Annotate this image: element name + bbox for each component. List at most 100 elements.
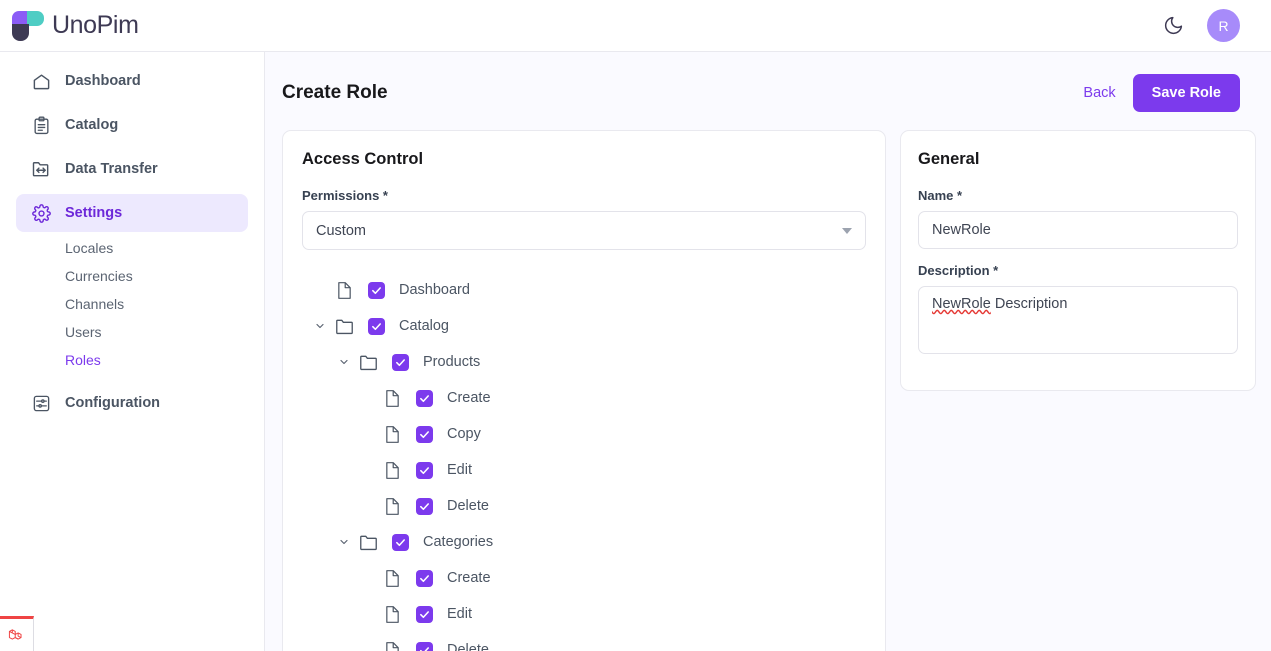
permission-checkbox[interactable] — [416, 426, 433, 443]
sidebar-item-label: Settings — [65, 205, 122, 221]
permission-label: Delete — [447, 498, 489, 514]
permission-tree: Dashboard Catalog Products Create Copy Edit De… — [302, 272, 866, 651]
body-row: Dashboard Catalog — [0, 52, 1271, 651]
sidebar-item-channels[interactable]: Channels — [16, 290, 248, 318]
app-root: UnoPim R Dashboard — [0, 0, 1271, 651]
permission-tree-row[interactable]: Edit — [302, 596, 866, 632]
file-icon — [382, 460, 403, 481]
file-icon — [382, 424, 403, 445]
chevron-down-icon[interactable] — [336, 534, 352, 550]
permission-label: Create — [447, 570, 491, 586]
folder-icon — [334, 316, 355, 337]
name-field-block: Name * — [918, 188, 1238, 249]
chevron-down-icon[interactable] — [336, 354, 352, 370]
sidebar-item-currencies[interactable]: Currencies — [16, 262, 248, 290]
sidebar-item-label: Dashboard — [65, 73, 141, 89]
description-label: Description * — [918, 263, 1238, 278]
back-button[interactable]: Back — [1083, 85, 1115, 101]
page-header: Create Role Back Save Role — [265, 52, 1271, 130]
page-title: Create Role — [282, 82, 388, 104]
permission-tree-row[interactable]: Delete — [302, 488, 866, 524]
panels-row: Access Control Permissions * Custom Dash… — [265, 130, 1271, 651]
permissions-selected-value: Custom — [316, 223, 366, 239]
file-icon — [382, 640, 403, 651]
description-textarea[interactable]: NewRole Description — [918, 286, 1238, 354]
permission-tree-row[interactable]: Dashboard — [302, 272, 866, 308]
description-field-block: Description * NewRole Description — [918, 263, 1238, 354]
gear-icon — [31, 203, 51, 223]
save-role-button[interactable]: Save Role — [1133, 74, 1240, 112]
permission-tree-row[interactable]: Categories — [302, 524, 866, 560]
permission-checkbox[interactable] — [368, 318, 385, 335]
sidebar-item-users[interactable]: Users — [16, 318, 248, 346]
data-transfer-icon — [31, 159, 51, 179]
sidebar-item-configuration[interactable]: Configuration — [16, 384, 248, 422]
brand-name: UnoPim — [52, 11, 139, 40]
file-icon — [382, 568, 403, 589]
sidebar-submenu-settings: Locales Currencies Channels Users Roles — [0, 232, 264, 384]
permission-checkbox[interactable] — [392, 534, 409, 551]
permission-checkbox[interactable] — [368, 282, 385, 299]
permission-checkbox[interactable] — [392, 354, 409, 371]
permission-tree-row[interactable]: Catalog — [302, 308, 866, 344]
folder-icon — [358, 352, 379, 373]
file-icon — [382, 388, 403, 409]
laravel-debugbar-icon[interactable] — [0, 616, 34, 651]
permissions-select[interactable]: Custom — [302, 211, 866, 250]
sidebar-item-label: Data Transfer — [65, 161, 158, 177]
clipboard-icon — [31, 115, 51, 135]
sidebar-item-label: Configuration — [65, 395, 160, 411]
description-misspelled-word: NewRole — [932, 296, 991, 312]
sidebar-item-label: Catalog — [65, 117, 118, 133]
general-title: General — [918, 150, 1238, 169]
permissions-label: Permissions * — [302, 188, 866, 203]
topbar-actions: R — [1161, 9, 1240, 42]
permission-tree-row[interactable]: Copy — [302, 416, 866, 452]
permission-checkbox[interactable] — [416, 390, 433, 407]
general-card: General Name * Description * NewRole Des… — [900, 130, 1256, 391]
file-icon — [334, 280, 355, 301]
permission-tree-row[interactable]: Delete — [302, 632, 866, 651]
permission-label: Edit — [447, 462, 472, 478]
permission-label: Catalog — [399, 318, 449, 334]
permission-label: Create — [447, 390, 491, 406]
folder-icon — [358, 532, 379, 553]
sidebar-item-locales[interactable]: Locales — [16, 234, 248, 262]
access-control-card: Access Control Permissions * Custom Dash… — [282, 130, 886, 651]
description-rest-text: Description — [991, 296, 1068, 312]
main-content: Create Role Back Save Role Access Contro… — [265, 52, 1271, 651]
permission-tree-row[interactable]: Create — [302, 380, 866, 416]
permission-checkbox[interactable] — [416, 642, 433, 651]
permission-label: Copy — [447, 426, 481, 442]
home-icon — [31, 71, 51, 91]
permission-tree-row[interactable]: Edit — [302, 452, 866, 488]
file-icon — [382, 496, 403, 517]
permission-label: Delete — [447, 642, 489, 651]
sidebar-item-settings[interactable]: Settings — [16, 194, 248, 232]
sidebar-item-roles[interactable]: Roles — [16, 346, 248, 374]
sidebar-item-dashboard[interactable]: Dashboard — [16, 62, 248, 100]
name-input[interactable] — [918, 211, 1238, 249]
permission-label: Dashboard — [399, 282, 470, 298]
sidebar-item-catalog[interactable]: Catalog — [16, 106, 248, 144]
avatar[interactable]: R — [1207, 9, 1240, 42]
unopim-logo-icon — [12, 11, 44, 41]
permission-checkbox[interactable] — [416, 462, 433, 479]
file-icon — [382, 604, 403, 625]
permission-tree-row[interactable]: Products — [302, 344, 866, 380]
permission-checkbox[interactable] — [416, 606, 433, 623]
permission-checkbox[interactable] — [416, 498, 433, 515]
sidebar-item-data-transfer[interactable]: Data Transfer — [16, 150, 248, 188]
chevron-down-icon — [842, 228, 852, 234]
permission-tree-row[interactable]: Create — [302, 560, 866, 596]
permission-checkbox[interactable] — [416, 570, 433, 587]
sidebar: Dashboard Catalog — [0, 52, 265, 651]
permission-label: Categories — [423, 534, 493, 550]
chevron-down-icon[interactable] — [312, 318, 328, 334]
top-bar: UnoPim R — [0, 0, 1271, 52]
sliders-icon — [31, 393, 51, 413]
name-label: Name * — [918, 188, 1238, 203]
brand-logo[interactable]: UnoPim — [12, 11, 139, 41]
permission-label: Edit — [447, 606, 472, 622]
moon-icon[interactable] — [1161, 14, 1185, 38]
